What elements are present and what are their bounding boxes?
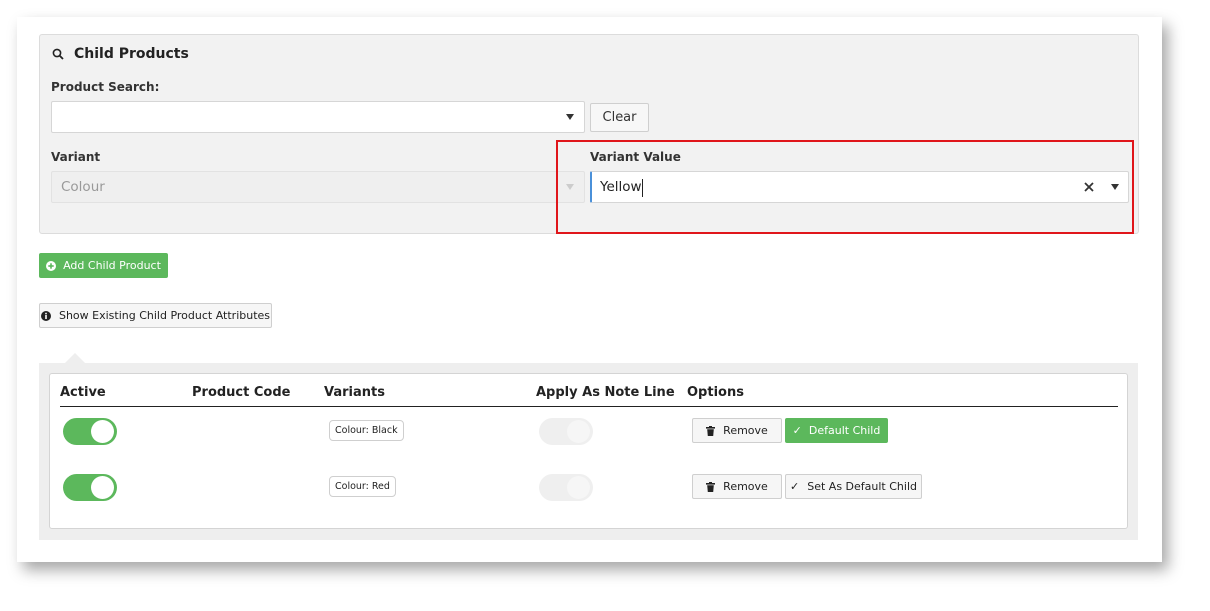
active-toggle[interactable] [63, 418, 117, 445]
header-variants: Variants [324, 385, 385, 400]
child-products-table: Active Product Code Variants Apply As No… [49, 373, 1128, 529]
variant-tag: Colour: Black [329, 420, 404, 441]
show-attributes-label: Show Existing Child Product Attributes [58, 309, 271, 322]
app-card: Child Products Product Search: Clear Var… [17, 17, 1162, 562]
highlight-box [556, 140, 1134, 234]
panel-title: Child Products [52, 46, 189, 62]
apply-note-line-toggle [539, 474, 593, 501]
variant-tag: Colour: Red [329, 476, 396, 497]
variant-select[interactable]: Colour [51, 171, 585, 203]
check-icon: ✓ [790, 480, 800, 493]
clear-button[interactable]: Clear [590, 103, 649, 132]
toggle-knob [91, 476, 114, 499]
check-icon: ✓ [792, 424, 802, 437]
remove-label: Remove [723, 424, 768, 437]
add-child-product-label: Add Child Product [63, 259, 161, 272]
set-default-child-button[interactable]: ✓ Set As Default Child [785, 474, 922, 499]
search-icon [52, 48, 64, 60]
child-products-table-area: Active Product Code Variants Apply As No… [39, 363, 1138, 540]
apply-note-line-toggle [539, 418, 593, 445]
remove-button[interactable]: Remove [692, 418, 782, 443]
variant-value: Colour [61, 179, 105, 195]
add-child-product-button[interactable]: Add Child Product [39, 253, 168, 278]
set-default-child-label: Set As Default Child [807, 480, 917, 493]
popover-caret [65, 353, 85, 363]
product-search-select[interactable] [51, 101, 585, 133]
plus-circle-icon [46, 260, 57, 271]
toggle-knob [91, 420, 114, 443]
default-child-label: Default Child [808, 424, 881, 437]
remove-button[interactable]: Remove [692, 474, 782, 499]
chevron-down-icon[interactable] [566, 114, 574, 120]
trash-icon [706, 481, 716, 492]
toggle-knob [567, 476, 590, 499]
show-attributes-button[interactable]: Show Existing Child Product Attributes [39, 303, 272, 328]
toggle-knob [567, 420, 590, 443]
trash-icon [706, 425, 716, 436]
header-options: Options [687, 385, 744, 400]
active-toggle[interactable] [63, 474, 117, 501]
panel-title-text: Child Products [74, 46, 189, 62]
remove-label: Remove [723, 480, 768, 493]
variant-label: Variant [51, 150, 101, 164]
header-apply-note-line: Apply As Note Line [536, 385, 675, 400]
header-active: Active [60, 385, 106, 400]
product-search-label: Product Search: [51, 80, 160, 94]
header-divider [60, 406, 1118, 407]
info-circle-icon [40, 310, 51, 321]
header-product-code: Product Code [192, 385, 291, 400]
default-child-button[interactable]: ✓ Default Child [785, 418, 888, 443]
